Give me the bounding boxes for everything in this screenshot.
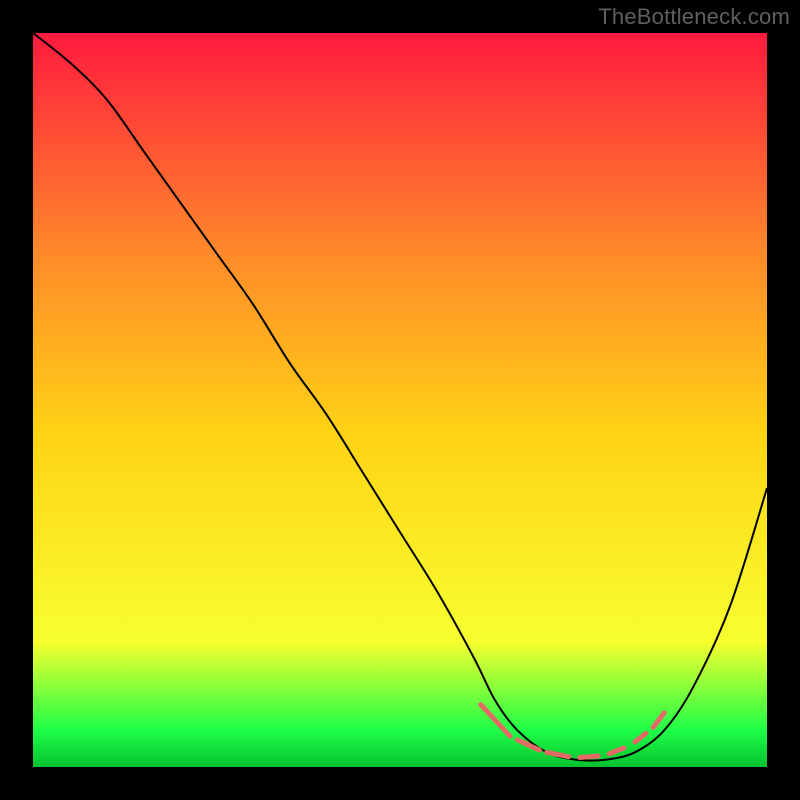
gradient-background [33,33,767,767]
plot-area [33,33,767,767]
hint-segment [580,756,598,758]
chart-frame: TheBottleneck.com [0,0,800,800]
bottleneck-chart [33,33,767,767]
watermark-text: TheBottleneck.com [598,4,790,30]
